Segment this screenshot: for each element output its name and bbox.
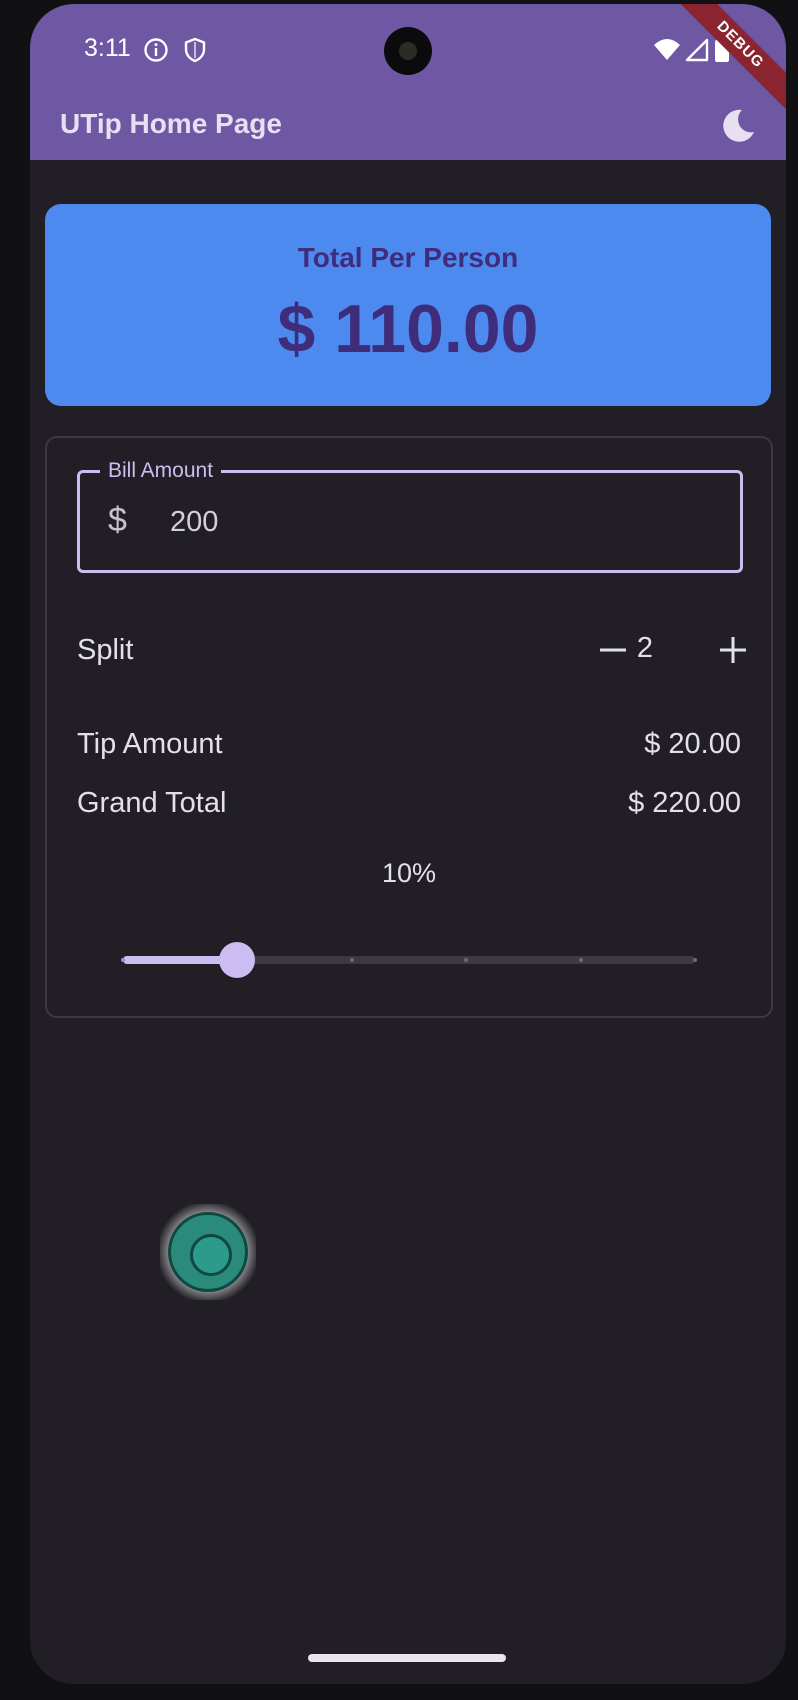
signal-icon xyxy=(685,38,709,62)
total-per-person-label: Total Per Person xyxy=(297,242,519,273)
status-time: 3:11 xyxy=(84,34,131,62)
slider-division-tick xyxy=(578,958,583,962)
slider-division-tick xyxy=(349,958,354,962)
slider-division-tick xyxy=(121,958,125,962)
tip-slider[interactable] xyxy=(119,940,699,980)
slider-thumb[interactable] xyxy=(219,942,256,978)
app-bar: 3:11 DEBUG UTip Home Page xyxy=(30,4,786,160)
touch-ring xyxy=(168,1212,248,1292)
wifi-icon xyxy=(654,39,680,60)
grand-total-value: $ 220.00 xyxy=(628,787,741,819)
plus-icon[interactable] xyxy=(709,626,757,674)
moon-icon[interactable] xyxy=(718,106,758,146)
front-camera xyxy=(384,27,432,75)
slider-division-tick xyxy=(693,958,697,962)
device-frame: 3:11 DEBUG UTip Home Page Total Per Pers… xyxy=(0,0,798,1700)
touch-core xyxy=(190,1234,232,1276)
info-icon xyxy=(144,38,168,62)
currency-prefix: $ xyxy=(108,501,127,539)
tip-amount-label: Tip Amount xyxy=(77,728,223,760)
split-count: 2 xyxy=(636,632,654,664)
tip-percent-label: 10% xyxy=(381,858,437,888)
tip-form-card: Bill Amount $ Split 2 Tip Amount $ 20.00… xyxy=(45,436,773,1018)
bill-amount-field[interactable]: Bill Amount $ xyxy=(77,459,743,573)
tip-amount-value: $ 20.00 xyxy=(644,728,741,760)
page-title: UTip Home Page xyxy=(60,108,282,139)
total-per-person-amount: $ 110.00 xyxy=(277,291,539,367)
home-indicator[interactable] xyxy=(308,1654,506,1662)
split-label: Split xyxy=(77,634,134,666)
bill-amount-label: Bill Amount xyxy=(100,459,222,483)
total-per-person-card: Total Per Person $ 110.00 xyxy=(45,204,771,406)
shield-icon xyxy=(184,37,206,63)
bill-amount-input[interactable] xyxy=(168,493,712,551)
app-screen: 3:11 DEBUG UTip Home Page Total Per Pers… xyxy=(30,4,786,1684)
touch-indicator xyxy=(160,1204,256,1300)
grand-total-label: Grand Total xyxy=(77,787,227,819)
